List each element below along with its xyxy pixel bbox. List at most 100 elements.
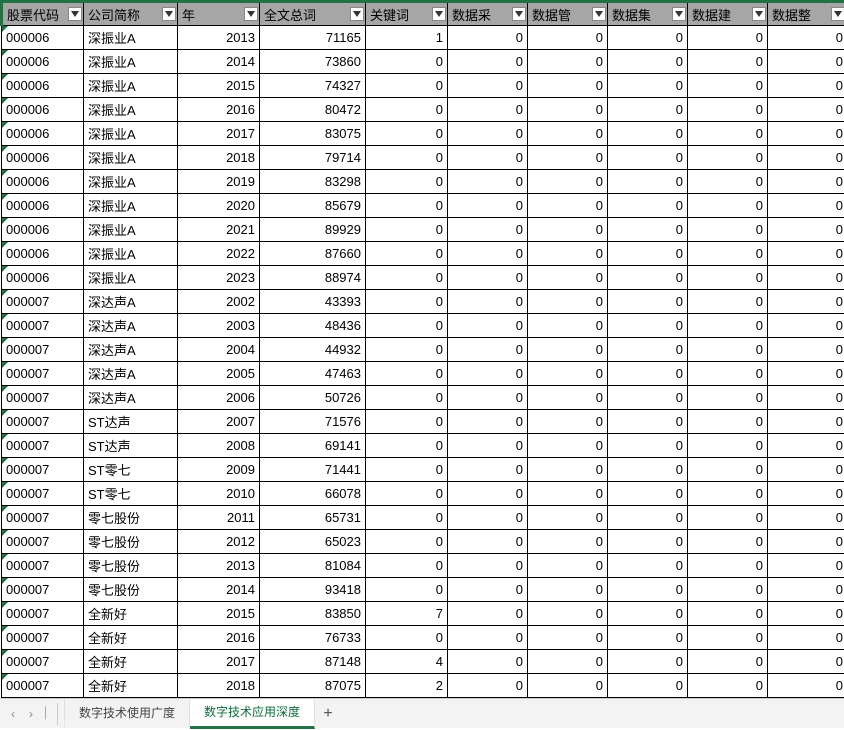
- cell-words[interactable]: 80472: [260, 98, 366, 122]
- cell-d4[interactable]: 0: [688, 482, 768, 506]
- cell-kw[interactable]: 0: [366, 386, 448, 410]
- cell-year[interactable]: 2005: [178, 362, 260, 386]
- cell-kw[interactable]: 4: [366, 650, 448, 674]
- cell-words[interactable]: 65731: [260, 506, 366, 530]
- cell-d5[interactable]: 0: [768, 242, 844, 266]
- cell-d5[interactable]: 0: [768, 122, 844, 146]
- cell-d4[interactable]: 0: [688, 602, 768, 626]
- cell-d2[interactable]: 0: [528, 362, 608, 386]
- cell-name[interactable]: 深振业A: [84, 266, 178, 290]
- cell-words[interactable]: 71165: [260, 26, 366, 50]
- cell-d2[interactable]: 0: [528, 506, 608, 530]
- cell-words[interactable]: 66078: [260, 482, 366, 506]
- cell-name[interactable]: 深振业A: [84, 122, 178, 146]
- cell-code[interactable]: 000007: [2, 626, 84, 650]
- cell-code[interactable]: 000007: [2, 650, 84, 674]
- cell-d5[interactable]: 0: [768, 410, 844, 434]
- cell-year[interactable]: 2012: [178, 530, 260, 554]
- cell-year[interactable]: 2019: [178, 170, 260, 194]
- cell-d1[interactable]: 0: [448, 626, 528, 650]
- cell-kw[interactable]: 0: [366, 362, 448, 386]
- cell-d3[interactable]: 0: [608, 290, 688, 314]
- cell-kw[interactable]: 0: [366, 458, 448, 482]
- table-row[interactable]: 000006深振业A202287660000000: [2, 242, 844, 266]
- cell-d4[interactable]: 0: [688, 530, 768, 554]
- cell-kw[interactable]: 0: [366, 242, 448, 266]
- cell-year[interactable]: 2006: [178, 386, 260, 410]
- cell-words[interactable]: 69141: [260, 434, 366, 458]
- cell-words[interactable]: 73860: [260, 50, 366, 74]
- cell-year[interactable]: 2018: [178, 146, 260, 170]
- cell-code[interactable]: 000006: [2, 266, 84, 290]
- cell-d2[interactable]: 0: [528, 410, 608, 434]
- cell-kw[interactable]: 0: [366, 578, 448, 602]
- cell-kw[interactable]: 0: [366, 146, 448, 170]
- cell-d2[interactable]: 0: [528, 482, 608, 506]
- cell-year[interactable]: 2014: [178, 578, 260, 602]
- cell-d1[interactable]: 0: [448, 506, 528, 530]
- cell-d5[interactable]: 0: [768, 602, 844, 626]
- column-header-code[interactable]: 股票代码: [2, 2, 84, 26]
- cell-d2[interactable]: 0: [528, 602, 608, 626]
- cell-d1[interactable]: 0: [448, 218, 528, 242]
- cell-words[interactable]: 83850: [260, 602, 366, 626]
- cell-d4[interactable]: 0: [688, 122, 768, 146]
- cell-d5[interactable]: 0: [768, 266, 844, 290]
- cell-words[interactable]: 83298: [260, 170, 366, 194]
- cell-year[interactable]: 2003: [178, 314, 260, 338]
- cell-name[interactable]: 深振业A: [84, 170, 178, 194]
- cell-d5[interactable]: 0: [768, 362, 844, 386]
- table-row[interactable]: 000006深振业A201983298000000: [2, 170, 844, 194]
- cell-d5[interactable]: 0: [768, 146, 844, 170]
- table-row[interactable]: 000007深达声A200243393000000: [2, 290, 844, 314]
- cell-d3[interactable]: 0: [608, 50, 688, 74]
- cell-kw[interactable]: 0: [366, 410, 448, 434]
- cell-d3[interactable]: 0: [608, 98, 688, 122]
- column-header-name[interactable]: 公司简称: [84, 2, 178, 26]
- cell-name[interactable]: 深达声A: [84, 314, 178, 338]
- filter-dropdown-icon[interactable]: [752, 7, 766, 21]
- cell-code[interactable]: 000007: [2, 434, 84, 458]
- table-row[interactable]: 000007ST达声200771576000000: [2, 410, 844, 434]
- cell-code[interactable]: 000007: [2, 554, 84, 578]
- cell-name[interactable]: 深振业A: [84, 242, 178, 266]
- cell-code[interactable]: 000006: [2, 98, 84, 122]
- cell-d2[interactable]: 0: [528, 74, 608, 98]
- table-row[interactable]: 000007零七股份201381084000000: [2, 554, 844, 578]
- cell-d3[interactable]: 0: [608, 458, 688, 482]
- cell-d4[interactable]: 0: [688, 98, 768, 122]
- cell-d4[interactable]: 0: [688, 650, 768, 674]
- cell-words[interactable]: 43393: [260, 290, 366, 314]
- table-row[interactable]: 000006深振业A202388974000000: [2, 266, 844, 290]
- cell-d5[interactable]: 0: [768, 506, 844, 530]
- cell-name[interactable]: 深振业A: [84, 74, 178, 98]
- cell-code[interactable]: 000007: [2, 578, 84, 602]
- cell-d1[interactable]: 0: [448, 386, 528, 410]
- table-row[interactable]: 000006深振业A201574327000000: [2, 74, 844, 98]
- table-row[interactable]: 000007零七股份201493418000000: [2, 578, 844, 602]
- table-row[interactable]: 000007深达声A200444932000000: [2, 338, 844, 362]
- cell-name[interactable]: ST达声: [84, 434, 178, 458]
- filter-dropdown-icon[interactable]: [512, 7, 526, 21]
- cell-d1[interactable]: 0: [448, 674, 528, 698]
- cell-d4[interactable]: 0: [688, 410, 768, 434]
- cell-kw[interactable]: 0: [366, 314, 448, 338]
- cell-code[interactable]: 000006: [2, 170, 84, 194]
- cell-words[interactable]: 81084: [260, 554, 366, 578]
- cell-year[interactable]: 2009: [178, 458, 260, 482]
- cell-d1[interactable]: 0: [448, 578, 528, 602]
- cell-d5[interactable]: 0: [768, 194, 844, 218]
- cell-d2[interactable]: 0: [528, 242, 608, 266]
- cell-d3[interactable]: 0: [608, 122, 688, 146]
- cell-words[interactable]: 50726: [260, 386, 366, 410]
- cell-words[interactable]: 74327: [260, 74, 366, 98]
- cell-year[interactable]: 2022: [178, 242, 260, 266]
- cell-d3[interactable]: 0: [608, 554, 688, 578]
- cell-d1[interactable]: 0: [448, 266, 528, 290]
- column-header-kw[interactable]: 关键词: [366, 2, 448, 26]
- cell-d5[interactable]: 0: [768, 626, 844, 650]
- cell-d3[interactable]: 0: [608, 266, 688, 290]
- cell-kw[interactable]: 2: [366, 674, 448, 698]
- cell-code[interactable]: 000007: [2, 674, 84, 698]
- cell-d4[interactable]: 0: [688, 626, 768, 650]
